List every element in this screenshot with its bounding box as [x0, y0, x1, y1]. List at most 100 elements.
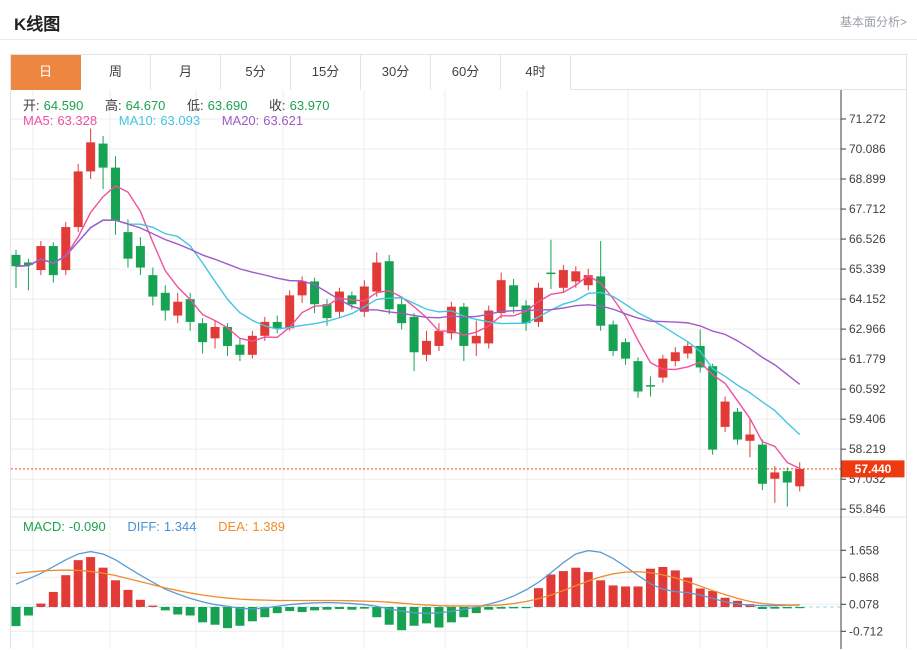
macd-bar [497, 607, 506, 609]
tab-week[interactable]: 周 [81, 55, 151, 90]
candle-down [708, 366, 717, 449]
tab-5min[interactable]: 5分 [221, 55, 291, 90]
macd-bar [621, 586, 630, 607]
kline-chart-svg: 71.27270.08668.89967.71266.52665.33964.1… [11, 90, 906, 649]
macd-bar [161, 607, 170, 610]
axis-tick-label: 0.078 [849, 597, 879, 611]
macd-bar [584, 572, 593, 607]
macd-bar [360, 607, 369, 609]
macd-bar [36, 604, 45, 607]
macd-bar [123, 590, 132, 607]
macd-bar [223, 607, 232, 628]
candle-down [235, 345, 244, 355]
kline-chart[interactable]: 开:64.590 高:64.670 低:63.690 收:63.970 MA5:… [11, 90, 906, 649]
macd-bar [634, 586, 643, 607]
macd-bar [148, 606, 157, 607]
candle-down [459, 307, 468, 346]
macd-bar [86, 557, 95, 607]
candle-up [795, 469, 804, 486]
axis-tick-label: 66.526 [849, 232, 886, 246]
axis-tick-label: 71.272 [849, 112, 886, 126]
macd-bar [298, 607, 307, 612]
candle-up [721, 402, 730, 427]
macd-bar [795, 607, 804, 608]
kline-widget: 日 周 月 5分 15分 30分 60分 4时 开:64.590 高:64.67… [10, 54, 907, 649]
axis-tick-label: 65.339 [849, 262, 886, 276]
macd-bar [12, 607, 21, 626]
candle-up [683, 346, 692, 354]
macd-bar [770, 607, 779, 609]
macd-bar [596, 580, 605, 607]
tab-15min[interactable]: 15分 [291, 55, 361, 90]
candle-down [621, 342, 630, 358]
candle-down [198, 323, 207, 342]
macd-bar [285, 607, 294, 611]
dea-line [16, 570, 800, 606]
macd-bar [323, 607, 332, 610]
candle-down [758, 445, 767, 484]
macd-bar [696, 589, 705, 607]
tab-60min[interactable]: 60分 [431, 55, 501, 90]
macd-bar [546, 574, 555, 606]
macd-bar [136, 600, 145, 607]
tab-4hour[interactable]: 4时 [501, 55, 571, 90]
candle-down [546, 273, 555, 275]
candle-up [86, 142, 95, 171]
macd-bar [186, 607, 195, 616]
candle-down [273, 322, 282, 328]
ma10-line [16, 220, 800, 435]
candle-down [385, 261, 394, 309]
fundamental-analysis-link[interactable]: 基本面分析> [840, 13, 907, 30]
candle-up [770, 472, 779, 478]
page-header: K线图 基本面分析> [0, 0, 917, 40]
macd-bar [273, 607, 282, 613]
candle-down [634, 361, 643, 391]
macd-bar [447, 607, 456, 622]
axis-tick-label: 70.086 [849, 142, 886, 156]
tab-30min[interactable]: 30分 [361, 55, 431, 90]
axis-tick-label: 61.779 [849, 352, 886, 366]
candle-down [783, 471, 792, 482]
candle-up [434, 331, 443, 346]
macd-bar [783, 607, 792, 608]
macd-bar [310, 607, 319, 610]
macd-bar [609, 585, 618, 607]
tab-day[interactable]: 日 [11, 55, 81, 90]
candle-up [422, 341, 431, 355]
tab-month[interactable]: 月 [151, 55, 221, 90]
candle-down [99, 144, 108, 168]
candle-up [671, 352, 680, 361]
candle-up [559, 270, 568, 288]
candle-down [646, 385, 655, 387]
macd-bar [758, 607, 767, 609]
axis-tick-label: 0.868 [849, 570, 879, 584]
candle-up [745, 434, 754, 440]
axis-tick-label: 68.899 [849, 172, 886, 186]
candle-up [74, 171, 83, 227]
candle-up [248, 336, 257, 355]
candle-down [609, 324, 618, 351]
macd-bar [410, 607, 419, 626]
axis-tick-label: 60.592 [849, 382, 886, 396]
axis-tick-label: 67.712 [849, 202, 886, 216]
candle-up [584, 275, 593, 285]
axis-tick-label: 55.846 [849, 502, 886, 516]
axis-tick-label: 58.219 [849, 442, 886, 456]
candle-up [173, 302, 182, 316]
macd-bar [658, 567, 667, 607]
ma5-line [16, 186, 800, 469]
candle-down [136, 246, 145, 268]
candle-down [733, 412, 742, 440]
macd-bar [61, 575, 70, 607]
macd-bar [335, 607, 344, 609]
candle-down [111, 168, 120, 221]
candle-up [497, 280, 506, 313]
macd-bar [111, 580, 120, 607]
axis-tick-label: 1.658 [849, 543, 879, 557]
macd-bar [671, 570, 680, 607]
macd-bar [74, 560, 83, 607]
axis-tick-label: -0.712 [849, 624, 883, 638]
macd-bar [211, 607, 220, 625]
macd-bar [646, 569, 655, 607]
macd-bar [198, 607, 207, 622]
